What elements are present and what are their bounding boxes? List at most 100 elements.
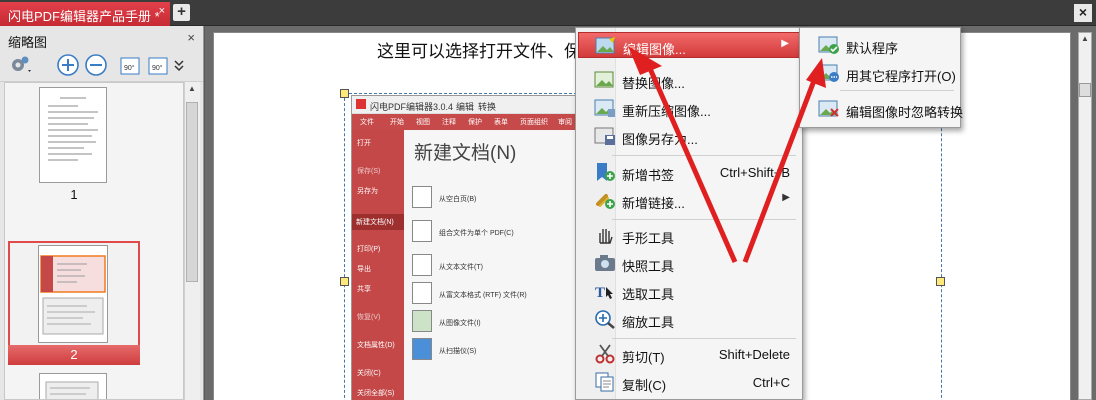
panel-close-icon[interactable]: × — [187, 30, 195, 45]
scroll-thumb[interactable] — [186, 102, 198, 282]
page-number-2: 2 — [70, 347, 78, 362]
select-text-icon: T — [595, 285, 613, 301]
embedded-side-item: 文档属性(D) — [357, 342, 395, 349]
embedded-app-title: 闪电PDF编辑器3.0.4 — [370, 102, 454, 112]
embedded-side-item: 保存(S) — [357, 168, 381, 175]
copy-icon — [595, 372, 614, 392]
edit-image-icon — [595, 37, 615, 54]
tab-bar: 闪电PDF编辑器产品手册 * × + × — [0, 0, 1096, 26]
window-close-button[interactable]: × — [1074, 4, 1092, 22]
rtf-icon — [412, 282, 432, 304]
thumbnail-panel-title: 缩略图 — [8, 35, 48, 50]
embedded-side-item: 共享 — [357, 286, 371, 293]
chevron-down-icon[interactable] — [172, 53, 186, 77]
submenu-arrow-icon: ▶ — [781, 38, 789, 49]
context-menu: 编辑图像... ▶ 替换图像... 重新压缩图像... 图像另存为... 新增书… — [575, 27, 803, 400]
thumbnail-panel-header: 缩略图 × — [0, 26, 203, 50]
scanner-icon — [412, 338, 432, 360]
default-program-icon — [818, 36, 839, 54]
replace-image-icon — [594, 71, 614, 88]
page-thumbnail-3[interactable] — [39, 373, 107, 399]
menu-item-copy[interactable]: 复制(C) Ctrl+C — [578, 369, 800, 395]
page-number-1: 1 — [70, 187, 78, 202]
menu-item-edit-image[interactable]: 编辑图像... ▶ — [578, 32, 800, 58]
resize-handle-right[interactable] — [936, 277, 945, 286]
thumbnail-toolbar: 90° 90° — [0, 50, 203, 82]
resize-handle-left[interactable] — [340, 277, 349, 286]
page-preview — [45, 381, 99, 399]
open-with-icon — [818, 64, 839, 82]
submenu-item-default-program[interactable]: 默认程序 — [802, 32, 958, 58]
menu-separator — [612, 338, 796, 339]
submenu-item-ignore-convert[interactable]: 编辑图像时忽略转换 — [802, 96, 963, 122]
embedded-side-item: 导出 — [357, 266, 371, 273]
add-tab-button[interactable]: + — [173, 4, 190, 21]
menu-item-hand-tool[interactable]: 手形工具 — [578, 222, 800, 248]
embedded-side-item: 恢复(V) — [357, 314, 381, 321]
tab-close-icon[interactable]: × — [159, 5, 165, 17]
edit-image-submenu: 默认程序 用其它程序打开(O) 编辑图像时忽略转换 — [799, 27, 963, 128]
embedded-side-item: 新建文档(N) — [352, 214, 404, 230]
recompress-image-icon — [594, 99, 615, 117]
thumbnail-list: 1 2 — [4, 82, 184, 400]
zoom-out-icon[interactable] — [84, 53, 108, 77]
scissors-icon — [595, 344, 615, 364]
document-tab-title: 闪电PDF编辑器产品手册 * — [8, 9, 160, 24]
submenu-item-open-with[interactable]: 用其它程序打开(O) — [802, 60, 958, 86]
menu-item-snapshot-tool[interactable]: 快照工具 — [578, 250, 800, 276]
document-text: 这里可以选择打开文件、保 — [377, 42, 581, 61]
embedded-side-item: 关闭全部(S) — [357, 390, 395, 397]
embedded-ribbon-tab: 保护 — [468, 119, 482, 126]
combine-icon — [412, 220, 432, 242]
menu-item-select-tool[interactable]: T 选取工具 — [578, 278, 800, 304]
page-preview — [48, 97, 98, 161]
menu-item-save-image-as[interactable]: 图像另存为... — [578, 123, 800, 149]
embedded-ribbon-tab: 开始 — [390, 119, 404, 126]
embedded-side-item: 打开 — [357, 140, 371, 147]
resize-handle-top-left[interactable] — [340, 89, 349, 98]
zoom-icon — [595, 310, 615, 329]
embedded-sidebar: 打开 保存(S) 另存为 新建文档(N) 打印(P) 导出 共享 恢复(V) 文… — [352, 130, 404, 400]
thumbnail-panel: 缩略图 × 90° 90° 1 2 ▲ — [0, 26, 204, 400]
embedded-ribbon-tab: 审阅 — [558, 119, 572, 126]
page-thumbnail-1[interactable] — [39, 87, 107, 183]
menu-item-cut[interactable]: 剪切(T) Shift+Delete — [578, 341, 800, 367]
embedded-title-tab: 编辑 — [456, 102, 475, 112]
menu-separator — [612, 219, 796, 220]
rotate-left-icon[interactable]: 90° — [118, 53, 142, 77]
embedded-heading: 新建文档(N) — [414, 143, 517, 164]
menu-item-replace-image[interactable]: 替换图像... — [578, 67, 800, 93]
document-scrollbar[interactable]: ▲ — [1078, 32, 1092, 400]
zoom-in-icon[interactable] — [56, 53, 80, 77]
scroll-thumb[interactable] — [1079, 83, 1091, 97]
scroll-up-icon[interactable]: ▲ — [186, 84, 198, 96]
link-icon — [596, 194, 615, 209]
menu-item-zoom-tool[interactable]: 缩放工具 — [578, 306, 800, 332]
camera-icon — [595, 255, 615, 271]
app-logo-icon — [356, 99, 366, 109]
rotate-right-icon[interactable]: 90° — [146, 53, 170, 77]
page-icon — [412, 186, 432, 208]
document-tab[interactable]: 闪电PDF编辑器产品手册 * × — [0, 2, 170, 26]
menu-separator — [840, 90, 954, 91]
page-thumbnail-2[interactable] — [38, 245, 108, 343]
gear-icon[interactable] — [8, 53, 32, 77]
embedded-ribbon-tab: 注释 — [442, 119, 456, 126]
embedded-ribbon-tab: 页面组织 — [520, 119, 548, 126]
svg-text:T: T — [595, 285, 605, 301]
embedded-side-item: 另存为 — [357, 188, 378, 195]
submenu-arrow-icon: ▶ — [782, 192, 790, 203]
menu-item-add-link[interactable]: 新增链接... ▶ — [578, 187, 800, 213]
embedded-ribbon-tab: 表单 — [494, 119, 508, 126]
bookmark-icon — [597, 163, 615, 181]
embedded-side-item: 打印(P) — [357, 246, 381, 253]
ignore-convert-icon — [818, 100, 839, 117]
scroll-up-icon[interactable]: ▲ — [1080, 34, 1090, 43]
thumbnail-scrollbar[interactable]: ▲ — [184, 82, 200, 400]
image-icon — [412, 310, 432, 332]
menu-separator — [612, 155, 796, 156]
menu-item-add-bookmark[interactable]: 新增书签 Ctrl+Shift+B — [578, 159, 800, 185]
menu-item-recompress-image[interactable]: 重新压缩图像... — [578, 95, 800, 121]
embedded-title-tab: 转换 — [478, 102, 497, 112]
rotate-right-label: 90° — [152, 64, 163, 72]
